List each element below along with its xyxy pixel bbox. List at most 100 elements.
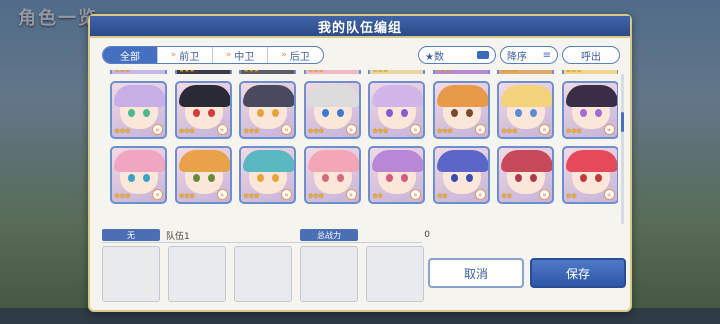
character-eye [192, 109, 200, 117]
character-hair [372, 150, 423, 172]
character-card[interactable]: ★★★ » [110, 81, 167, 139]
character-hair [178, 150, 230, 172]
total-power-label: 总战力 [300, 229, 358, 241]
position-chevron-icon: » [539, 124, 550, 135]
grid-scrollbar[interactable] [621, 74, 624, 224]
star-rating: ★★ [501, 192, 513, 200]
character-card[interactable]: ★★★ [432, 70, 490, 74]
team-name[interactable]: 队伍1 [166, 229, 296, 242]
character-card[interactable]: ★★★ » [239, 81, 296, 139]
character-grid: ★★★ ★★★ ★★★ ★★★ ★★★ ★★★ ★★★ ★★★ ★★★ » ★★★ » ★★★ » ★★★ »… [110, 70, 618, 204]
sort-order-button[interactable]: 降序 ≡ [500, 46, 558, 64]
scrollbar-thumb[interactable] [621, 112, 624, 132]
character-card[interactable]: ★★★ [174, 70, 232, 74]
star-rating: ★★★ [372, 127, 389, 135]
character-card[interactable]: ★★★ » [239, 146, 296, 204]
position-chevron-icon: » [281, 189, 292, 200]
tab-back[interactable]: » 后卫 [268, 47, 323, 63]
character-card[interactable]: ★★★ » [303, 81, 361, 139]
star-rating: ★★★ [307, 127, 325, 135]
cancel-button[interactable]: 取消 [428, 258, 524, 288]
star-rating: ★★★ [178, 70, 196, 74]
sort-field-button[interactable]: ★数 [418, 46, 496, 64]
character-card[interactable]: ★★★ [497, 70, 554, 74]
character-hair [565, 85, 617, 107]
character-card[interactable]: ★★★ [368, 70, 425, 74]
character-eye [579, 174, 587, 182]
character-card[interactable]: ★★★ » [432, 81, 490, 139]
position-chevron-icon: » [216, 124, 228, 135]
character-card[interactable]: ★★★ » [368, 81, 425, 139]
tab-all-label: 全部 [120, 51, 140, 63]
character-hair [178, 85, 230, 107]
position-chevron-icon: » [410, 189, 421, 200]
character-card[interactable]: ★★★ » [497, 81, 554, 139]
character-hair [114, 85, 165, 107]
team-slot-5[interactable] [366, 246, 424, 302]
position-tabs: 全部 » 前卫 » 中卫 » 后卫 [102, 46, 324, 64]
dialog-header: 我的队伍编组 [90, 16, 630, 38]
character-eye [515, 109, 522, 117]
star-rating: ★★★ [243, 192, 260, 200]
character-card[interactable]: ★★ » [497, 146, 554, 204]
star-rating: ★★★ [372, 70, 389, 74]
character-card[interactable]: ★★★ [561, 70, 618, 74]
character-hair [243, 85, 294, 107]
callout-button[interactable]: 呼出 [562, 46, 620, 64]
star-rating: ★★★ [243, 127, 260, 135]
star-rating: ★★★ [501, 127, 518, 135]
character-card[interactable]: ★★★ » [110, 146, 167, 204]
tab-front[interactable]: » 前卫 [158, 47, 213, 63]
team-badge: 无 [102, 229, 160, 241]
character-eye [192, 174, 200, 182]
character-card[interactable]: ★★★ [110, 70, 167, 74]
character-eye [272, 174, 279, 182]
character-card[interactable]: ★★★ [239, 70, 296, 74]
tab-middle[interactable]: » 中卫 [213, 47, 268, 63]
character-card[interactable]: ★★ » [561, 146, 618, 204]
character-card[interactable]: ★★★ » [561, 81, 618, 139]
star-rating: ★★★ [307, 192, 325, 200]
character-card[interactable]: ★★★ » [174, 146, 232, 204]
team-info-row: 无 队伍1 总战力 0 [102, 228, 434, 242]
team-slot-4[interactable] [300, 246, 358, 302]
character-eye [336, 109, 344, 117]
character-card[interactable]: ★★★ [303, 70, 361, 74]
star-rating: ★★★ [501, 70, 518, 74]
character-card[interactable]: ★★★ » [303, 146, 361, 204]
position-chevron-icon: » [474, 189, 486, 200]
star-rating: ★★★ [114, 192, 131, 200]
character-hair [307, 85, 359, 107]
dialog-title: 我的队伍编组 [317, 20, 402, 36]
position-chevron-icon: » [474, 124, 486, 135]
character-eye [401, 174, 408, 182]
character-eye [515, 174, 522, 182]
character-card[interactable]: ★★ » [432, 146, 490, 204]
back-chevron-icon: » [281, 50, 287, 60]
position-chevron-icon: » [152, 189, 163, 200]
star-rating: ★★★ [178, 192, 196, 200]
character-hair [372, 85, 423, 107]
character-eye [257, 109, 264, 117]
team-slot-1[interactable] [102, 246, 160, 302]
tab-all[interactable]: 全部 [103, 47, 158, 63]
team-slots [102, 246, 424, 302]
save-button[interactable]: 保存 [530, 258, 626, 288]
team-edit-dialog: 我的队伍编组 全部 » 前卫 » 中卫 » 后卫 ★数 降序 ≡ 呼出 ★★★ ★★★ ★… [88, 14, 632, 312]
position-chevron-icon: » [345, 189, 357, 200]
character-card[interactable]: ★★★ » [174, 81, 232, 139]
star-rating: ★★★ [114, 70, 131, 74]
position-chevron-icon: » [216, 189, 228, 200]
tab-front-label: 前卫 [179, 51, 200, 63]
position-chevron-icon: » [345, 124, 357, 135]
sort-order-label: 降序 [507, 51, 527, 63]
character-eye [465, 174, 473, 182]
character-card[interactable]: ★★ » [368, 146, 425, 204]
team-slot-2[interactable] [168, 246, 226, 302]
star-rating: ★★★ [114, 127, 131, 135]
team-slot-3[interactable] [234, 246, 292, 302]
star-rating: ★★★ [565, 127, 583, 135]
character-hair [307, 150, 359, 172]
character-eye [336, 174, 344, 182]
star-rating: ★★★ [565, 70, 583, 74]
